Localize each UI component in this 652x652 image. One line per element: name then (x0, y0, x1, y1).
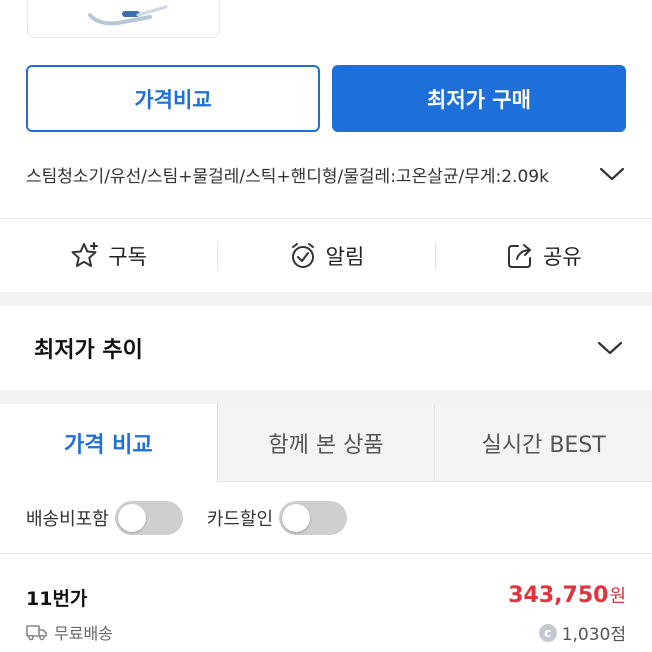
subscribe-button[interactable]: 구독 (0, 220, 217, 292)
lowest-price-buy-button[interactable]: 최저가 구매 (332, 65, 626, 132)
share-label: 공유 (543, 245, 582, 269)
tab-bar: 가격 비교 함께 본 상품 실시간 BEST (0, 404, 652, 482)
price-trend-title: 최저가 추이 (34, 338, 143, 363)
product-spec-text: 스팀청소기/유선/스팀+물걸레/스틱+핸디형/물걸레:고온살균/무게:2.09k (26, 166, 549, 187)
price-unit: 원 (609, 586, 626, 607)
star-plus-icon (71, 242, 99, 267)
coin-icon: c (538, 623, 557, 642)
toggle-knob (282, 504, 311, 532)
tab-price-compare[interactable]: 가격 비교 (0, 404, 217, 482)
tab-realtime-best[interactable]: 실시간 BEST (434, 404, 652, 481)
alarm-button[interactable]: 알림 (217, 220, 434, 292)
share-icon (508, 244, 531, 268)
chevron-down-icon (596, 334, 624, 362)
card-discount-filter: 카드할인 (206, 501, 348, 535)
shipping-info: 무료배송 (26, 620, 113, 644)
steam-mop-image (88, 5, 168, 26)
subscribe-label: 구독 (108, 245, 147, 269)
alarm-clock-icon (291, 243, 314, 268)
filter-toggles: 배송비포함 카드할인 (26, 498, 348, 538)
card-discount-label: 카드할인 (206, 509, 274, 530)
offer-row[interactable]: 11번가 무료배송 343,750 원 c 1,030점 (26, 578, 626, 652)
product-thumbnail[interactable] (27, 0, 220, 38)
tab-viewed-together[interactable]: 함께 본 상품 (216, 404, 435, 481)
seller-name: 11번가 (26, 588, 88, 610)
product-spec-row[interactable]: 스팀청소기/유선/스팀+물걸레/스틱+핸디형/물걸레:고온살균/무게:2.09k (26, 160, 626, 188)
shipping-included-label: 배송비포함 (26, 509, 109, 530)
shipping-included-toggle[interactable] (114, 501, 183, 535)
points-value: 1,030점 (561, 625, 626, 645)
action-bar: 구독 알림 공유 (0, 220, 652, 292)
card-discount-toggle[interactable] (279, 501, 348, 535)
share-button[interactable]: 공유 (434, 220, 652, 292)
offer-price: 343,750 원 (508, 582, 626, 608)
price-compare-button[interactable]: 가격비교 (26, 65, 320, 132)
chevron-down-icon[interactable] (598, 160, 626, 188)
reward-points: c 1,030점 (538, 620, 626, 645)
price-value: 343,750 (508, 583, 609, 608)
shipping-label: 무료배송 (54, 624, 113, 643)
shipping-included-filter: 배송비포함 (26, 501, 183, 535)
divider (0, 553, 652, 554)
price-trend-toggle[interactable]: 최저가 추이 (0, 306, 652, 390)
truck-icon (26, 625, 47, 641)
section-separator (0, 292, 652, 306)
divider (0, 218, 652, 219)
section-separator (0, 390, 652, 404)
alarm-label: 알림 (325, 245, 365, 269)
toggle-knob (117, 504, 146, 532)
